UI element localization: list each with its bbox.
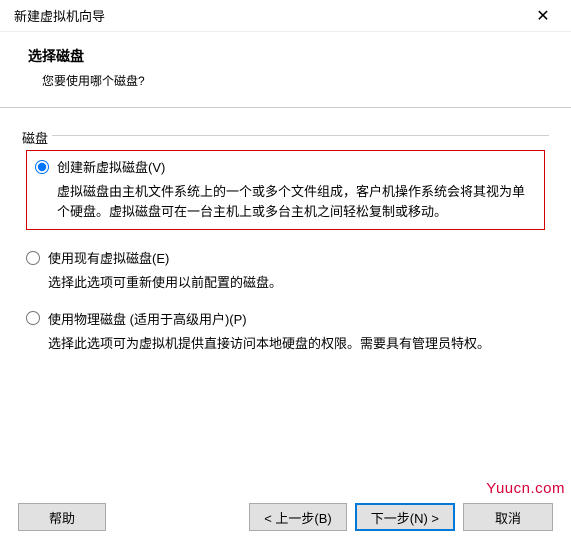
radio-group: 创建新虚拟磁盘(V) 虚拟磁盘由主机文件系统上的一个或多个文件组成，客户机操作系… (22, 140, 549, 353)
option-use-existing-row[interactable]: 使用现有虚拟磁盘(E) (26, 248, 545, 267)
option-create-new: 创建新虚拟磁盘(V) 虚拟磁盘由主机文件系统上的一个或多个文件组成，客户机操作系… (26, 150, 545, 230)
disk-fieldset: 磁盘 创建新虚拟磁盘(V) 虚拟磁盘由主机文件系统上的一个或多个文件组成，客户机… (22, 130, 549, 353)
option-physical-disk-label: 使用物理磁盘 (适用于高级用户)(P) (48, 309, 247, 328)
page-title: 选择磁盘 (28, 46, 543, 66)
fieldset-legend: 磁盘 (22, 128, 52, 147)
wizard-header: 选择磁盘 您要使用哪个磁盘? (0, 32, 571, 108)
close-icon[interactable]: ✕ (523, 1, 563, 31)
option-physical-disk: 使用物理磁盘 (适用于高级用户)(P) 选择此选项可为虚拟机提供直接访问本地硬盘… (26, 309, 545, 354)
option-create-new-desc: 虚拟磁盘由主机文件系统上的一个或多个文件组成，客户机操作系统会将其视为单个硬盘。… (35, 176, 536, 221)
option-use-existing-label: 使用现有虚拟磁盘(E) (48, 248, 169, 267)
page-subtitle: 您要使用哪个磁盘? (28, 72, 543, 89)
fieldset-divider (52, 135, 549, 136)
titlebar: 新建虚拟机向导 ✕ (0, 0, 571, 32)
content-area: 磁盘 创建新虚拟磁盘(V) 虚拟磁盘由主机文件系统上的一个或多个文件组成，客户机… (0, 108, 571, 353)
option-use-existing-radio[interactable] (26, 251, 40, 265)
option-use-existing-desc: 选择此选项可重新使用以前配置的磁盘。 (26, 267, 545, 293)
next-button[interactable]: 下一步(N) > (355, 503, 455, 531)
help-button[interactable]: 帮助 (18, 503, 106, 531)
option-physical-disk-desc: 选择此选项可为虚拟机提供直接访问本地硬盘的权限。需要具有管理员特权。 (26, 328, 545, 354)
option-physical-disk-row[interactable]: 使用物理磁盘 (适用于高级用户)(P) (26, 309, 545, 328)
option-use-existing: 使用现有虚拟磁盘(E) 选择此选项可重新使用以前配置的磁盘。 (26, 248, 545, 293)
cancel-button[interactable]: 取消 (463, 503, 553, 531)
back-button[interactable]: < 上一步(B) (249, 503, 347, 531)
watermark: Yuucn.com (486, 480, 565, 497)
option-create-new-row[interactable]: 创建新虚拟磁盘(V) (35, 157, 536, 176)
option-physical-disk-radio[interactable] (26, 311, 40, 325)
window-title: 新建虚拟机向导 (14, 6, 523, 25)
option-create-new-label: 创建新虚拟磁盘(V) (57, 157, 165, 176)
option-create-new-radio[interactable] (35, 160, 49, 174)
wizard-footer: 帮助 < 上一步(B) 下一步(N) > 取消 (0, 503, 571, 531)
